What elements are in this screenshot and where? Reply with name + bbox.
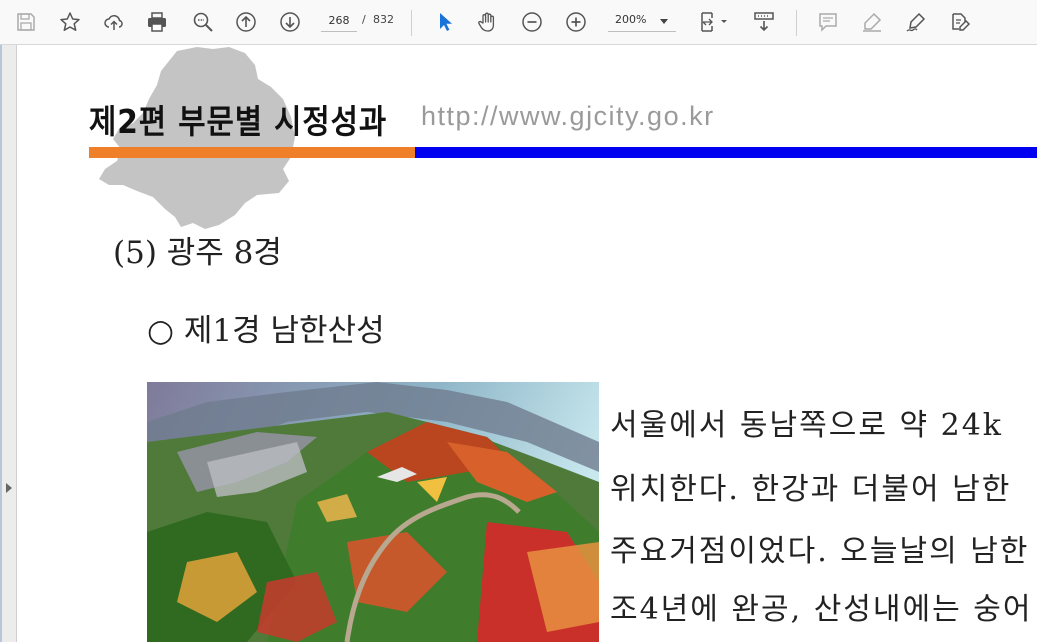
- body-text-line-4: 조4년에 완공, 산성내에는 숭어: [610, 592, 1033, 627]
- body-text-line-3: 주요거점이었다. 오늘날의 남한: [610, 534, 1030, 569]
- hand-pan-icon[interactable]: [474, 8, 502, 36]
- pdf-page-view[interactable]: 제2편 부문별 시정성과 http://www.gjcity.go.kr (5)…: [17, 45, 1037, 642]
- scroll-mode-icon[interactable]: [750, 8, 778, 36]
- toolbar-divider: [796, 10, 797, 36]
- zoom-search-icon[interactable]: [189, 8, 217, 36]
- side-panel-strip[interactable]: [0, 45, 17, 642]
- select-cursor-icon[interactable]: [431, 8, 459, 36]
- site-url[interactable]: http://www.gjcity.go.kr: [421, 101, 715, 132]
- body-text-line-2: 위치한다. 한강과 더불어 남한: [610, 472, 1012, 507]
- sign-icon[interactable]: [902, 8, 930, 36]
- page-up-icon[interactable]: [232, 8, 260, 36]
- chevron-down-icon: [660, 19, 668, 24]
- zoom-level-value: 200%: [615, 13, 647, 26]
- page-separator: /: [362, 13, 366, 26]
- body-text-line-1: 서울에서 동남쪽으로 약 24k: [610, 408, 1003, 443]
- header-bar-blue: [415, 147, 1037, 158]
- print-icon[interactable]: [143, 8, 171, 36]
- pdf-toolbar: 268 / 832 200%: [0, 0, 1037, 45]
- page-down-icon[interactable]: [276, 8, 304, 36]
- zoom-out-icon[interactable]: [518, 8, 546, 36]
- toolbar-divider: [411, 10, 412, 36]
- section-heading: (5) 광주 8경: [113, 235, 282, 271]
- zoom-in-icon[interactable]: [562, 8, 590, 36]
- page-total-count: 832: [373, 13, 394, 26]
- subsection-heading: ○ 제1경 남한산성: [147, 313, 385, 349]
- expand-panel-arrow-icon[interactable]: [6, 483, 12, 493]
- highlight-icon[interactable]: [858, 8, 886, 36]
- side-panel-edge: [0, 45, 2, 642]
- upload-icon[interactable]: [100, 8, 128, 36]
- namhansanseong-photo: [147, 382, 599, 642]
- header-bar-orange: [89, 147, 415, 158]
- chapter-title: 제2편 부문별 시정성과: [89, 102, 388, 141]
- fit-page-icon[interactable]: [696, 8, 732, 36]
- save-icon[interactable]: [12, 8, 40, 36]
- page-number-input[interactable]: 268: [321, 10, 357, 32]
- zoom-level-select[interactable]: 200%: [608, 10, 676, 32]
- bookmark-star-icon[interactable]: [56, 8, 84, 36]
- fill-edit-icon[interactable]: [946, 8, 974, 36]
- comment-icon[interactable]: [814, 8, 842, 36]
